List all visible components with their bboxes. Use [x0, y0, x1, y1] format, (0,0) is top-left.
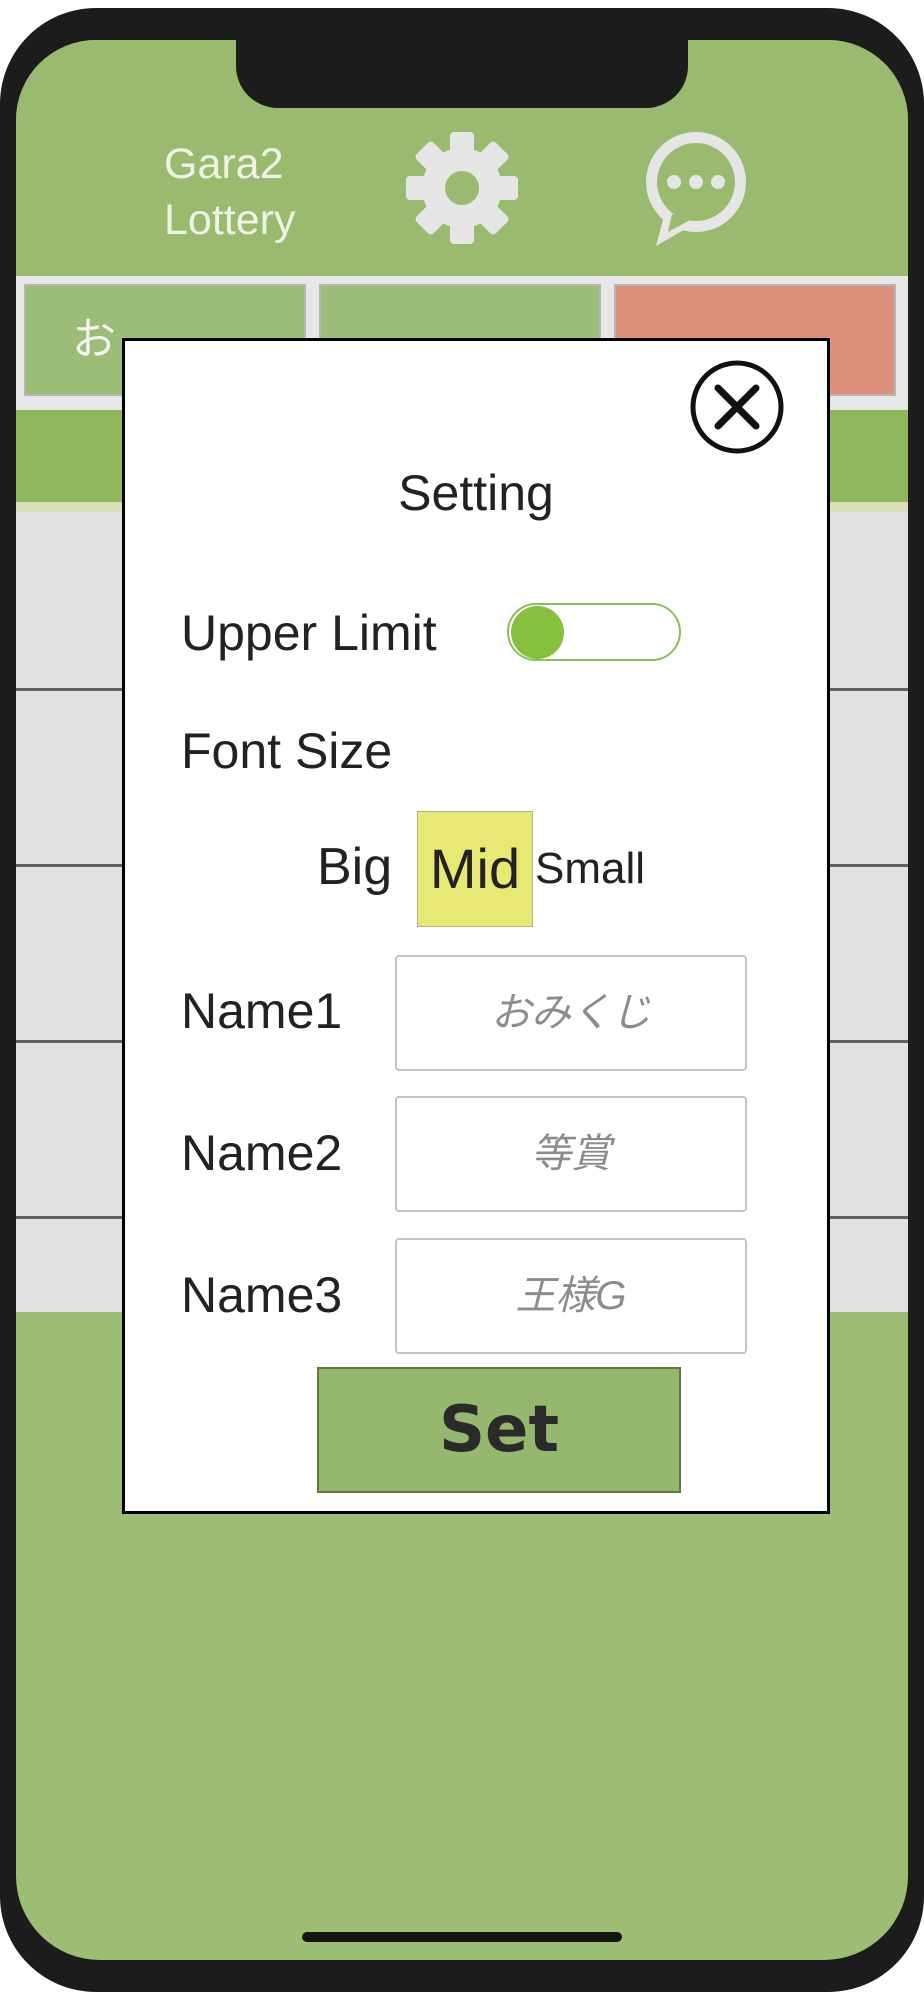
- app-screen: Gara2 Lottery お Setting Upper Limit Font…: [16, 40, 908, 1960]
- name3-label: Name3: [181, 1267, 343, 1323]
- name1-input[interactable]: おみくじ: [395, 955, 747, 1071]
- font-size-label: Font Size: [181, 723, 393, 779]
- toggle-knob: [511, 606, 564, 659]
- close-button[interactable]: [689, 359, 785, 455]
- font-size-mid-option[interactable]: Mid: [417, 811, 533, 927]
- settings-dialog: Setting Upper Limit Font Size Big Mid Sm…: [122, 338, 830, 1514]
- app-title: Gara2 Lottery: [164, 136, 295, 248]
- upper-limit-toggle[interactable]: [507, 603, 681, 661]
- app-title-line2: Lottery: [164, 196, 296, 244]
- name3-input[interactable]: 王様G: [395, 1238, 747, 1354]
- chat-button[interactable]: [634, 124, 758, 248]
- upper-limit-label: Upper Limit: [181, 605, 437, 661]
- device-notch: [236, 38, 688, 108]
- close-circle-icon: [690, 360, 784, 454]
- font-size-small-option[interactable]: Small: [535, 839, 645, 899]
- chat-bubble-icon: [646, 132, 746, 246]
- home-indicator: [302, 1932, 622, 1942]
- app-title-line1: Gara2: [164, 140, 284, 188]
- settings-button[interactable]: [400, 126, 524, 250]
- phone-frame: Gara2 Lottery お Setting Upper Limit Font…: [0, 8, 924, 1992]
- dialog-title: Setting: [398, 465, 554, 521]
- font-size-big-option[interactable]: Big: [317, 837, 392, 897]
- set-button[interactable]: Set: [317, 1367, 681, 1493]
- name1-label: Name1: [181, 983, 343, 1039]
- name2-input[interactable]: 等賞: [395, 1096, 747, 1212]
- gear-icon: [406, 132, 518, 244]
- name2-label: Name2: [181, 1125, 343, 1181]
